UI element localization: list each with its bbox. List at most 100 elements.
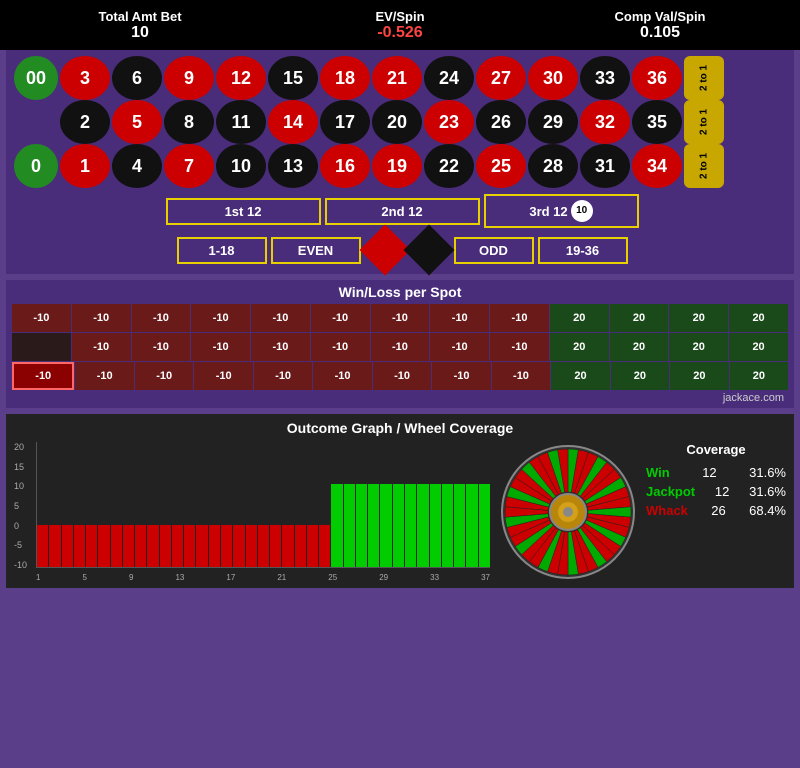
bet-1st12[interactable]: 1st 12 [166,198,321,225]
ev-spin-col: EV/Spin -0.526 [270,9,530,42]
cell-30[interactable]: 30 [528,56,578,100]
coverage-whack-label: Whack [646,503,688,518]
wl-r3c6: -10 [373,362,431,390]
coverage-whack-count: 26 [711,503,725,518]
outside-bets-row: 1-18 EVEN ODD 19-36 [14,232,786,268]
wl-r3c1: -10 [75,362,133,390]
winloss-row-3: -10 -10 -10 -10 -10 -10 -10 -10 -10 20 2… [12,362,788,390]
bar [454,484,465,567]
cell-18[interactable]: 18 [320,56,370,100]
credit: jackace.com [12,392,788,404]
cell-4[interactable]: 4 [112,144,162,188]
bar [344,484,355,567]
cell-13[interactable]: 13 [268,144,318,188]
cell-5[interactable]: 5 [112,100,162,144]
cell-6[interactable]: 6 [112,56,162,100]
wl-r2c1: -10 [72,333,131,361]
bet-2nd12[interactable]: 2nd 12 [325,198,480,225]
wl-r1c2: -10 [72,304,131,332]
bar [368,484,379,567]
cell-8[interactable]: 8 [164,100,214,144]
cell-15[interactable]: 15 [268,56,318,100]
cell-23[interactable]: 23 [424,100,474,144]
cell-0[interactable]: 0 [14,144,58,188]
winloss-row-2: -10 -10 -10 -10 -10 -10 -10 -10 20 20 20… [12,333,788,361]
coverage-win-label: Win [646,465,670,480]
bet-3rd12[interactable]: 3rd 12 10 [484,194,639,228]
cell-21[interactable]: 21 [372,56,422,100]
outcome-section: Outcome Graph / Wheel Coverage 20 15 10 … [6,414,794,588]
bet-2to1-top[interactable]: 2 to 1 [684,56,724,100]
wl-r2c12: 20 [729,333,788,361]
cell-34[interactable]: 34 [632,144,682,188]
cell-25[interactable]: 25 [476,144,526,188]
cell-3[interactable]: 3 [60,56,110,100]
cell-28[interactable]: 28 [528,144,578,188]
bet-118[interactable]: 1-18 [177,237,267,264]
cell-16[interactable]: 16 [320,144,370,188]
cell-35[interactable]: 35 [632,100,682,144]
cell-17[interactable]: 17 [320,100,370,144]
comp-val-spin-col: Comp Val/Spin 0.105 [530,9,790,42]
cell-9[interactable]: 9 [164,56,214,100]
coverage-jackpot-label: Jackpot [646,484,695,499]
bet-2to1-mid[interactable]: 2 to 1 [684,100,724,144]
black-diamond[interactable] [404,225,455,276]
outcome-graph: 20 15 10 5 0 -5 -10 15913172125293337 [14,442,490,582]
cell-20[interactable]: 20 [372,100,422,144]
bar [196,525,207,567]
cell-10[interactable]: 10 [216,144,266,188]
cell-24[interactable]: 24 [424,56,474,100]
bar [258,525,269,567]
wl-r1c10: 20 [550,304,609,332]
bar [111,525,122,567]
bar [295,525,306,567]
cell-00[interactable]: 00 [14,56,58,100]
cell-31[interactable]: 31 [580,144,630,188]
cell-14[interactable]: 14 [268,100,318,144]
bar [331,484,342,567]
bar [442,484,453,567]
wl-r3c12: 20 [730,362,788,390]
cell-7[interactable]: 7 [164,144,214,188]
bet-even[interactable]: EVEN [271,237,361,264]
wl-r1c9: -10 [490,304,549,332]
comp-val-spin-value: 0.105 [530,24,790,42]
wl-r2c9: 20 [550,333,609,361]
bar [319,525,330,567]
bar [393,484,404,567]
ev-spin-value: -0.526 [270,24,530,42]
bet-odd[interactable]: ODD [454,237,534,264]
table-row-top: 00 3 6 9 12 15 18 21 24 27 30 33 36 2 to… [14,56,786,100]
winloss-row-1: -10 -10 -10 -10 -10 -10 -10 -10 -10 20 2… [12,304,788,332]
total-amt-bet-label: Total Amt Bet [10,9,270,24]
bar [282,525,293,567]
bar [270,525,281,567]
cell-2[interactable]: 2 [60,100,110,144]
wl-r1c7: -10 [371,304,430,332]
bar [405,484,416,567]
wl-r1c4: -10 [191,304,250,332]
cell-32[interactable]: 32 [580,100,630,144]
cell-1[interactable]: 1 [60,144,110,188]
cell-26[interactable]: 26 [476,100,526,144]
table-row-mid: 2 5 8 11 14 17 20 23 26 29 32 35 2 to 1 [14,100,786,144]
cell-11[interactable]: 11 [216,100,266,144]
cell-22[interactable]: 22 [424,144,474,188]
coverage-whack-row: Whack 26 68.4% [646,503,786,518]
bar [123,525,134,567]
bet-1936[interactable]: 19-36 [538,237,628,264]
cell-36[interactable]: 36 [632,56,682,100]
cell-19[interactable]: 19 [372,144,422,188]
wl-r2c11: 20 [669,333,728,361]
cell-29[interactable]: 29 [528,100,578,144]
cell-33[interactable]: 33 [580,56,630,100]
wl-r3c11: 20 [670,362,728,390]
bet-2to1-bot[interactable]: 2 to 1 [684,144,724,188]
wheel-svg [498,442,638,582]
bar [172,525,183,567]
coverage-win-pct: 31.6% [749,465,786,480]
cell-12[interactable]: 12 [216,56,266,100]
roulette-table: 00 3 6 9 12 15 18 21 24 27 30 33 36 2 to… [6,50,794,274]
cell-27[interactable]: 27 [476,56,526,100]
